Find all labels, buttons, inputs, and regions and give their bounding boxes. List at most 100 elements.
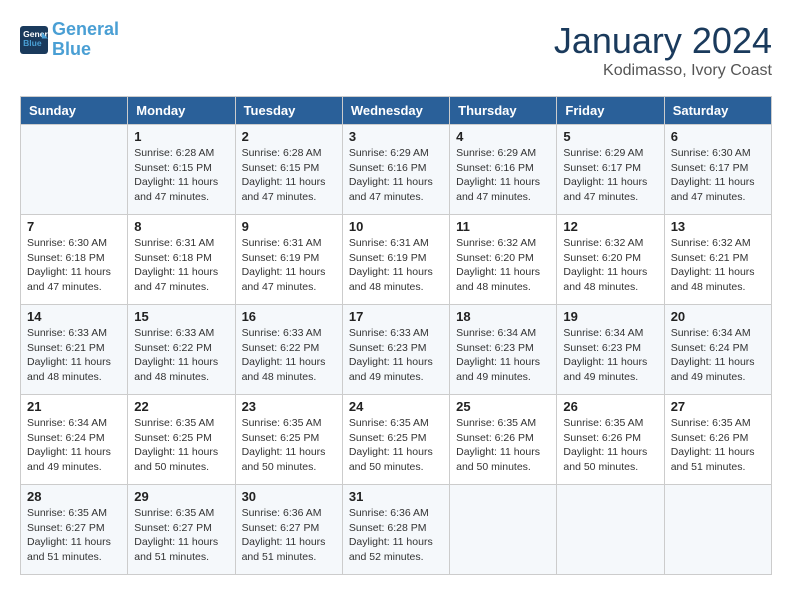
day-number: 5 bbox=[563, 129, 657, 144]
calendar-cell bbox=[557, 485, 664, 575]
calendar-cell: 5Sunrise: 6:29 AM Sunset: 6:17 PM Daylig… bbox=[557, 125, 664, 215]
calendar-cell bbox=[21, 125, 128, 215]
day-info: Sunrise: 6:30 AM Sunset: 6:17 PM Dayligh… bbox=[671, 146, 765, 205]
day-info: Sunrise: 6:28 AM Sunset: 6:15 PM Dayligh… bbox=[134, 146, 228, 205]
day-number: 18 bbox=[456, 309, 550, 324]
day-info: Sunrise: 6:33 AM Sunset: 6:21 PM Dayligh… bbox=[27, 326, 121, 385]
calendar-cell: 15 Sunrise: 6:33 AM Sunset: 6:22 PM Dayli… bbox=[128, 305, 235, 395]
weekday-header: Tuesday bbox=[235, 97, 342, 125]
calendar-cell: 26Sunrise: 6:35 AM Sunset: 6:26 PM Dayli… bbox=[557, 395, 664, 485]
calendar-cell: 25 Sunrise: 6:35 AM Sunset: 6:26 PM Dayli… bbox=[450, 395, 557, 485]
calendar-cell: 8Sunrise: 6:31 AM Sunset: 6:18 PM Daylig… bbox=[128, 215, 235, 305]
logo-line1: General bbox=[52, 19, 119, 39]
day-number: 28 bbox=[27, 489, 121, 504]
day-info: Sunrise: 6:28 AM Sunset: 6:15 PM Dayligh… bbox=[242, 146, 336, 205]
day-number: 3 bbox=[349, 129, 443, 144]
day-number: 24 bbox=[349, 399, 443, 414]
day-number: 2 bbox=[242, 129, 336, 144]
weekday-header: Thursday bbox=[450, 97, 557, 125]
page-header: General Blue General Blue January 2024 K… bbox=[20, 20, 772, 80]
calendar-cell: 12 Sunrise: 6:32 AM Sunset: 6:20 PM Dayli… bbox=[557, 215, 664, 305]
month-title: January 2024 bbox=[554, 20, 772, 62]
day-number: 21 bbox=[27, 399, 121, 414]
calendar-table: SundayMondayTuesdayWednesdayThursdayFrid… bbox=[20, 96, 772, 575]
weekday-header: Saturday bbox=[664, 97, 771, 125]
day-info: Sunrise: 6:35 AM Sunset: 6:25 PM Dayligh… bbox=[134, 416, 228, 475]
calendar-week-row: 7 Sunrise: 6:30 AM Sunset: 6:18 PM Daylig… bbox=[21, 215, 772, 305]
day-number: 8 bbox=[134, 219, 228, 234]
day-info: Sunrise: 6:36 AM Sunset: 6:28 PM Dayligh… bbox=[349, 506, 443, 565]
weekday-header: Monday bbox=[128, 97, 235, 125]
calendar-cell: 17 Sunrise: 6:33 AM Sunset: 6:23 PM Dayli… bbox=[342, 305, 449, 395]
day-info: Sunrise: 6:33 AM Sunset: 6:22 PM Dayligh… bbox=[134, 326, 228, 385]
logo-icon: General Blue bbox=[20, 26, 48, 54]
title-block: January 2024 Kodimasso, Ivory Coast bbox=[554, 20, 772, 80]
day-number: 13 bbox=[671, 219, 765, 234]
day-info: Sunrise: 6:29 AM Sunset: 6:16 PM Dayligh… bbox=[456, 146, 550, 205]
calendar-cell: 21 Sunrise: 6:34 AM Sunset: 6:24 PM Dayli… bbox=[21, 395, 128, 485]
day-info: Sunrise: 6:30 AM Sunset: 6:18 PM Dayligh… bbox=[27, 236, 121, 295]
day-number: 4 bbox=[456, 129, 550, 144]
svg-text:Blue: Blue bbox=[23, 38, 42, 48]
day-number: 22 bbox=[134, 399, 228, 414]
calendar-cell: 23Sunrise: 6:35 AM Sunset: 6:25 PM Dayli… bbox=[235, 395, 342, 485]
logo: General Blue General Blue bbox=[20, 20, 119, 60]
calendar-cell: 9Sunrise: 6:31 AM Sunset: 6:19 PM Daylig… bbox=[235, 215, 342, 305]
day-number: 10 bbox=[349, 219, 443, 234]
day-number: 26 bbox=[563, 399, 657, 414]
day-number: 27 bbox=[671, 399, 765, 414]
calendar-cell: 19Sunrise: 6:34 AM Sunset: 6:23 PM Dayli… bbox=[557, 305, 664, 395]
day-info: Sunrise: 6:32 AM Sunset: 6:21 PM Dayligh… bbox=[671, 236, 765, 295]
calendar-cell: 28 Sunrise: 6:35 AM Sunset: 6:27 PM Dayli… bbox=[21, 485, 128, 575]
day-info: Sunrise: 6:35 AM Sunset: 6:27 PM Dayligh… bbox=[27, 506, 121, 565]
logo-line2: Blue bbox=[52, 39, 91, 59]
calendar-week-row: 21 Sunrise: 6:34 AM Sunset: 6:24 PM Dayli… bbox=[21, 395, 772, 485]
calendar-cell bbox=[450, 485, 557, 575]
day-number: 12 bbox=[563, 219, 657, 234]
day-number: 30 bbox=[242, 489, 336, 504]
day-number: 29 bbox=[134, 489, 228, 504]
calendar-week-row: 1Sunrise: 6:28 AM Sunset: 6:15 PM Daylig… bbox=[21, 125, 772, 215]
weekday-header: Wednesday bbox=[342, 97, 449, 125]
day-info: Sunrise: 6:32 AM Sunset: 6:20 PM Dayligh… bbox=[563, 236, 657, 295]
day-info: Sunrise: 6:34 AM Sunset: 6:24 PM Dayligh… bbox=[27, 416, 121, 475]
day-number: 6 bbox=[671, 129, 765, 144]
calendar-cell: 29Sunrise: 6:35 AM Sunset: 6:27 PM Dayli… bbox=[128, 485, 235, 575]
day-number: 31 bbox=[349, 489, 443, 504]
calendar-cell: 2 Sunrise: 6:28 AM Sunset: 6:15 PM Daylig… bbox=[235, 125, 342, 215]
calendar-cell: 11Sunrise: 6:32 AM Sunset: 6:20 PM Dayli… bbox=[450, 215, 557, 305]
day-info: Sunrise: 6:33 AM Sunset: 6:23 PM Dayligh… bbox=[349, 326, 443, 385]
day-number: 20 bbox=[671, 309, 765, 324]
calendar-cell: 7 Sunrise: 6:30 AM Sunset: 6:18 PM Daylig… bbox=[21, 215, 128, 305]
calendar-cell: 27 Sunrise: 6:35 AM Sunset: 6:26 PM Dayli… bbox=[664, 395, 771, 485]
day-info: Sunrise: 6:36 AM Sunset: 6:27 PM Dayligh… bbox=[242, 506, 336, 565]
day-number: 15 bbox=[134, 309, 228, 324]
day-number: 7 bbox=[27, 219, 121, 234]
day-number: 23 bbox=[242, 399, 336, 414]
calendar-cell: 13 Sunrise: 6:32 AM Sunset: 6:21 PM Dayli… bbox=[664, 215, 771, 305]
calendar-week-row: 28 Sunrise: 6:35 AM Sunset: 6:27 PM Dayli… bbox=[21, 485, 772, 575]
day-info: Sunrise: 6:29 AM Sunset: 6:16 PM Dayligh… bbox=[349, 146, 443, 205]
day-info: Sunrise: 6:33 AM Sunset: 6:22 PM Dayligh… bbox=[242, 326, 336, 385]
weekday-header: Friday bbox=[557, 97, 664, 125]
day-number: 17 bbox=[349, 309, 443, 324]
calendar-cell: 24 Sunrise: 6:35 AM Sunset: 6:25 PM Dayli… bbox=[342, 395, 449, 485]
location: Kodimasso, Ivory Coast bbox=[554, 62, 772, 80]
day-number: 14 bbox=[27, 309, 121, 324]
calendar-cell: 6 Sunrise: 6:30 AM Sunset: 6:17 PM Daylig… bbox=[664, 125, 771, 215]
logo-text: General Blue bbox=[52, 20, 119, 60]
calendar-cell: 4 Sunrise: 6:29 AM Sunset: 6:16 PM Daylig… bbox=[450, 125, 557, 215]
calendar-cell: 3 Sunrise: 6:29 AM Sunset: 6:16 PM Daylig… bbox=[342, 125, 449, 215]
day-number: 9 bbox=[242, 219, 336, 234]
weekday-header: Sunday bbox=[21, 97, 128, 125]
day-number: 25 bbox=[456, 399, 550, 414]
weekday-header-row: SundayMondayTuesdayWednesdayThursdayFrid… bbox=[21, 97, 772, 125]
calendar-cell: 14 Sunrise: 6:33 AM Sunset: 6:21 PM Dayli… bbox=[21, 305, 128, 395]
calendar-cell bbox=[664, 485, 771, 575]
calendar-cell: 16Sunrise: 6:33 AM Sunset: 6:22 PM Dayli… bbox=[235, 305, 342, 395]
calendar-cell: 20Sunrise: 6:34 AM Sunset: 6:24 PM Dayli… bbox=[664, 305, 771, 395]
day-info: Sunrise: 6:34 AM Sunset: 6:23 PM Dayligh… bbox=[563, 326, 657, 385]
day-info: Sunrise: 6:35 AM Sunset: 6:26 PM Dayligh… bbox=[456, 416, 550, 475]
day-info: Sunrise: 6:35 AM Sunset: 6:25 PM Dayligh… bbox=[349, 416, 443, 475]
day-info: Sunrise: 6:35 AM Sunset: 6:26 PM Dayligh… bbox=[671, 416, 765, 475]
